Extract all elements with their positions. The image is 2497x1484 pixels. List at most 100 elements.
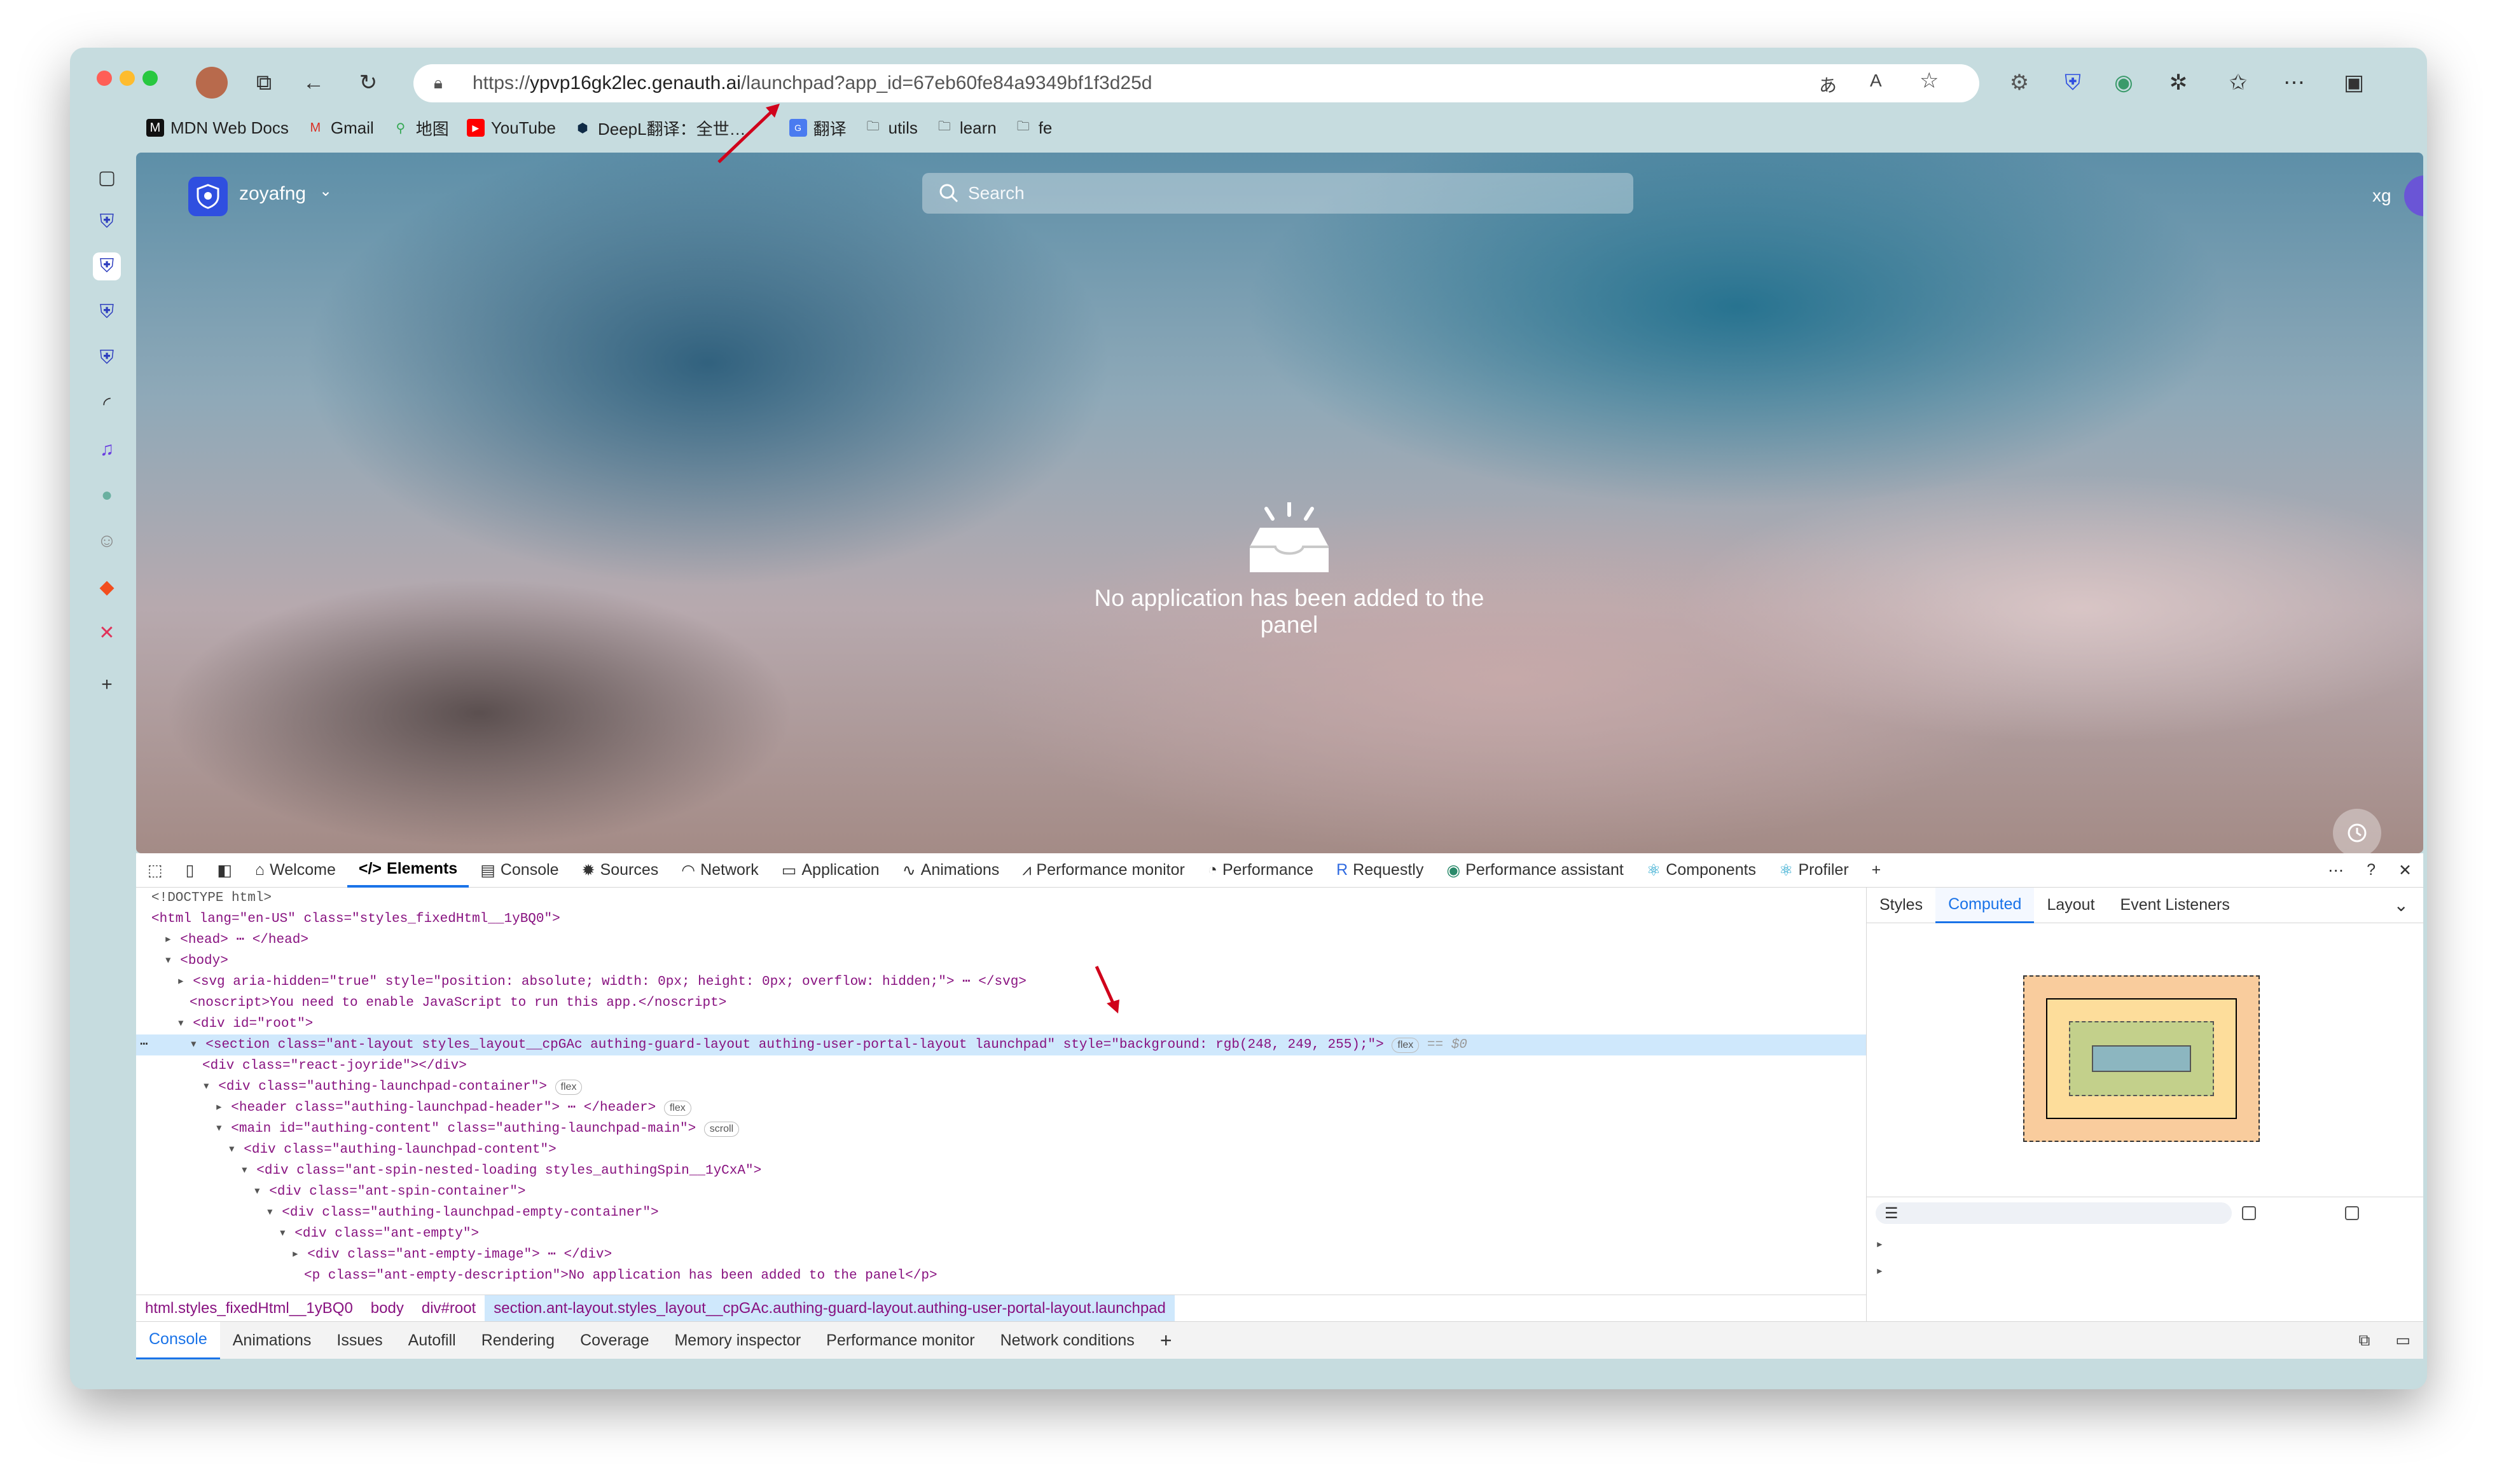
dom-line[interactable]: <!DOCTYPE html> (151, 888, 272, 909)
expanded-caret-icon[interactable]: ▾ (253, 1185, 269, 1199)
layout-badge[interactable]: scroll (703, 1122, 740, 1137)
computed-property[interactable]: ▸ (1876, 1263, 1884, 1279)
expanded-caret-icon[interactable]: ▾ (190, 1038, 205, 1052)
tab-layout[interactable]: Layout (2034, 888, 2107, 923)
device-toolbar-icon[interactable]: ▯ (174, 853, 206, 888)
tab-figma-icon[interactable]: ◆ (93, 573, 121, 601)
dock-side-icon[interactable]: ◧ (205, 853, 244, 888)
expanded-caret-icon[interactable]: ▾ (215, 1122, 231, 1136)
more-menu-icon[interactable]: ⋯ (2278, 67, 2310, 99)
tab-shield-active-icon[interactable]: ⛨ (93, 252, 121, 280)
user-name[interactable]: xg (2372, 186, 2391, 206)
extension-puzzle-icon[interactable]: ⚙ (2003, 67, 2035, 99)
drawer-tab-rendering[interactable]: Rendering (469, 1322, 567, 1359)
translate-page-icon[interactable]: あ (1819, 72, 1837, 97)
tab-shield-icon[interactable]: ⛨ (93, 208, 121, 236)
drawer-tab-coverage[interactable]: Coverage (567, 1322, 661, 1359)
back-arrow-icon[interactable]: ← (299, 68, 328, 97)
read-aloud-icon[interactable]: A (1870, 71, 1882, 91)
chevron-down-icon[interactable]: ⌄ (2394, 895, 2424, 916)
collapsed-caret-icon[interactable]: ▸ (215, 1101, 231, 1115)
add-tab-plus-icon[interactable]: + (1860, 853, 1893, 888)
drawer-tab-console[interactable]: Console (136, 1321, 220, 1359)
dom-line[interactable]: ▸ <div class="ant-empty-image"> ⋯ </div> (291, 1244, 612, 1265)
tab-network[interactable]: ◠ Network (670, 853, 770, 888)
bookmark-youtube[interactable]: ▶ YouTube (466, 118, 556, 138)
expanded-caret-icon[interactable]: ▾ (228, 1143, 244, 1157)
bookmark-maps[interactable]: ⚲ 地图 (392, 116, 448, 140)
dom-line[interactable]: <html lang="en-US" class="styles_fixedHt… (151, 909, 560, 930)
breadcrumb-item[interactable]: div#root (413, 1295, 485, 1322)
chevron-down-icon[interactable]: ⌄ (319, 182, 332, 200)
address-bar[interactable]: 🔒︎ https://ypvp16gk2lec.genauth.ai/launc… (413, 64, 1979, 102)
node-actions-icon[interactable]: ⋯ (140, 1034, 148, 1055)
bookmark-mdn[interactable]: M MDN Web Docs (146, 118, 289, 138)
inspect-element-icon[interactable]: ⬚ (136, 853, 174, 888)
avatar[interactable] (2404, 175, 2423, 216)
close-window-button[interactable] (97, 71, 112, 86)
dom-line[interactable]: ▾ <div class="ant-empty"> (279, 1223, 479, 1244)
close-drawer-icon[interactable]: ▭ (2383, 1322, 2423, 1359)
dom-line[interactable]: ▸ <svg aria-hidden="true" style="positio… (177, 972, 1027, 993)
collapsed-caret-icon[interactable]: ▸ (291, 1247, 307, 1262)
close-devtools-icon[interactable]: ✕ (2387, 853, 2423, 888)
search-input[interactable]: Search (922, 173, 1633, 214)
url-text[interactable]: https://ypvp16gk2lec.genauth.ai/launchpa… (473, 72, 1152, 94)
tab-performance-assistant[interactable]: ◉ Performance assistant (1435, 853, 1635, 888)
sidebar-toggle-icon[interactable]: ▣ (2338, 67, 2370, 99)
dom-line[interactable]: ▾ <main id="authing-content" class="auth… (215, 1118, 740, 1139)
dom-line[interactable]: ▾ <div class="authing-launchpad-empty-co… (266, 1202, 659, 1223)
drawer-tab-network-conditions[interactable]: Network conditions (988, 1322, 1147, 1359)
tab-console[interactable]: ▤ Console (469, 853, 570, 888)
bookmark-folder-fe[interactable]: 🗀 fe (1014, 118, 1053, 138)
layout-badge[interactable]: flex (663, 1101, 691, 1116)
dom-line[interactable]: <noscript>You need to enable JavaScript … (190, 993, 726, 1013)
tab-performance[interactable]: ◔ Performance (1196, 853, 1325, 888)
dom-line[interactable]: <p class="ant-empty-description">No appl… (304, 1265, 937, 1286)
favorite-star-icon[interactable]: ☆ (1919, 68, 1939, 93)
maximize-window-button[interactable] (142, 71, 158, 86)
extension-green-icon[interactable]: ◉ (2108, 67, 2140, 99)
favorites-icon[interactable]: ✩ (2222, 67, 2254, 99)
filter-input[interactable]: ☰ (1876, 1202, 2232, 1224)
tab-elements[interactable]: </> Elements (347, 853, 469, 888)
dom-line[interactable]: ▾ <div class="ant-spin-container"> (253, 1181, 526, 1202)
dom-line[interactable]: ▾ <body> (164, 951, 228, 972)
tab-music-icon[interactable]: ♫ (93, 436, 121, 464)
collapsed-caret-icon[interactable]: ▸ (177, 975, 193, 989)
tab-leaf-icon[interactable]: ● (93, 481, 121, 509)
new-tab-plus-icon[interactable]: + (93, 671, 121, 699)
tab-components[interactable]: ⚛ Components (1635, 853, 1767, 888)
breadcrumb-item[interactable]: html.styles_fixedHtml__1yBQ0 (136, 1295, 362, 1322)
expanded-caret-icon[interactable]: ▾ (164, 954, 180, 968)
dom-line[interactable]: ▾ <div class="authing-launchpad-containe… (202, 1076, 583, 1097)
tab-animations[interactable]: ∿ Animations (891, 853, 1011, 888)
tab-ghost-icon[interactable]: ☺ (93, 527, 121, 555)
dom-line[interactable]: ▾ <div id="root"> (177, 1013, 313, 1034)
refresh-icon[interactable]: ↻ (354, 68, 383, 97)
expanded-caret-icon[interactable]: ▾ (177, 1017, 193, 1031)
expanded-caret-icon[interactable]: ▾ (240, 1164, 256, 1178)
tab-loading-icon[interactable]: ◜ (93, 390, 121, 418)
drawer-tab-animations[interactable]: Animations (220, 1322, 324, 1359)
tab-shield-icon[interactable]: ⛨ (93, 298, 121, 326)
expanded-caret-icon[interactable]: ▾ (202, 1080, 218, 1094)
tab-welcome[interactable]: ⌂ Welcome (244, 853, 347, 888)
tab-performance-monitor[interactable]: ⩘ Performance monitor (1011, 853, 1196, 888)
tab-application[interactable]: ▭ Application (770, 853, 891, 888)
expanded-caret-icon[interactable]: ▾ (279, 1226, 294, 1241)
show-all-checkbox[interactable] (2242, 1206, 2261, 1220)
computed-property[interactable]: ▸ (1876, 1236, 1884, 1253)
extension-shield-icon[interactable]: ⛨ (2057, 67, 2089, 99)
drawer-tab-performance-monitor[interactable]: Performance monitor (813, 1322, 987, 1359)
tab-profiler[interactable]: ⚛ Profiler (1767, 853, 1860, 888)
breadcrumb-item[interactable]: body (362, 1295, 413, 1322)
help-icon[interactable]: ? (2355, 853, 2387, 888)
breadcrumb-item[interactable]: section.ant-layout.styles_layout__cpGAc.… (485, 1295, 1175, 1322)
bookmark-gmail[interactable]: M Gmail (307, 118, 374, 138)
dom-line[interactable]: ▸ <header class="authing-launchpad-heade… (215, 1097, 691, 1118)
extensions-icon[interactable]: ✲ (2162, 67, 2194, 99)
expanded-caret-icon[interactable]: ▾ (266, 1206, 282, 1220)
expand-caret-icon[interactable]: ▸ (1876, 1265, 1884, 1279)
workspaces-icon[interactable]: ⧉ (249, 68, 279, 97)
